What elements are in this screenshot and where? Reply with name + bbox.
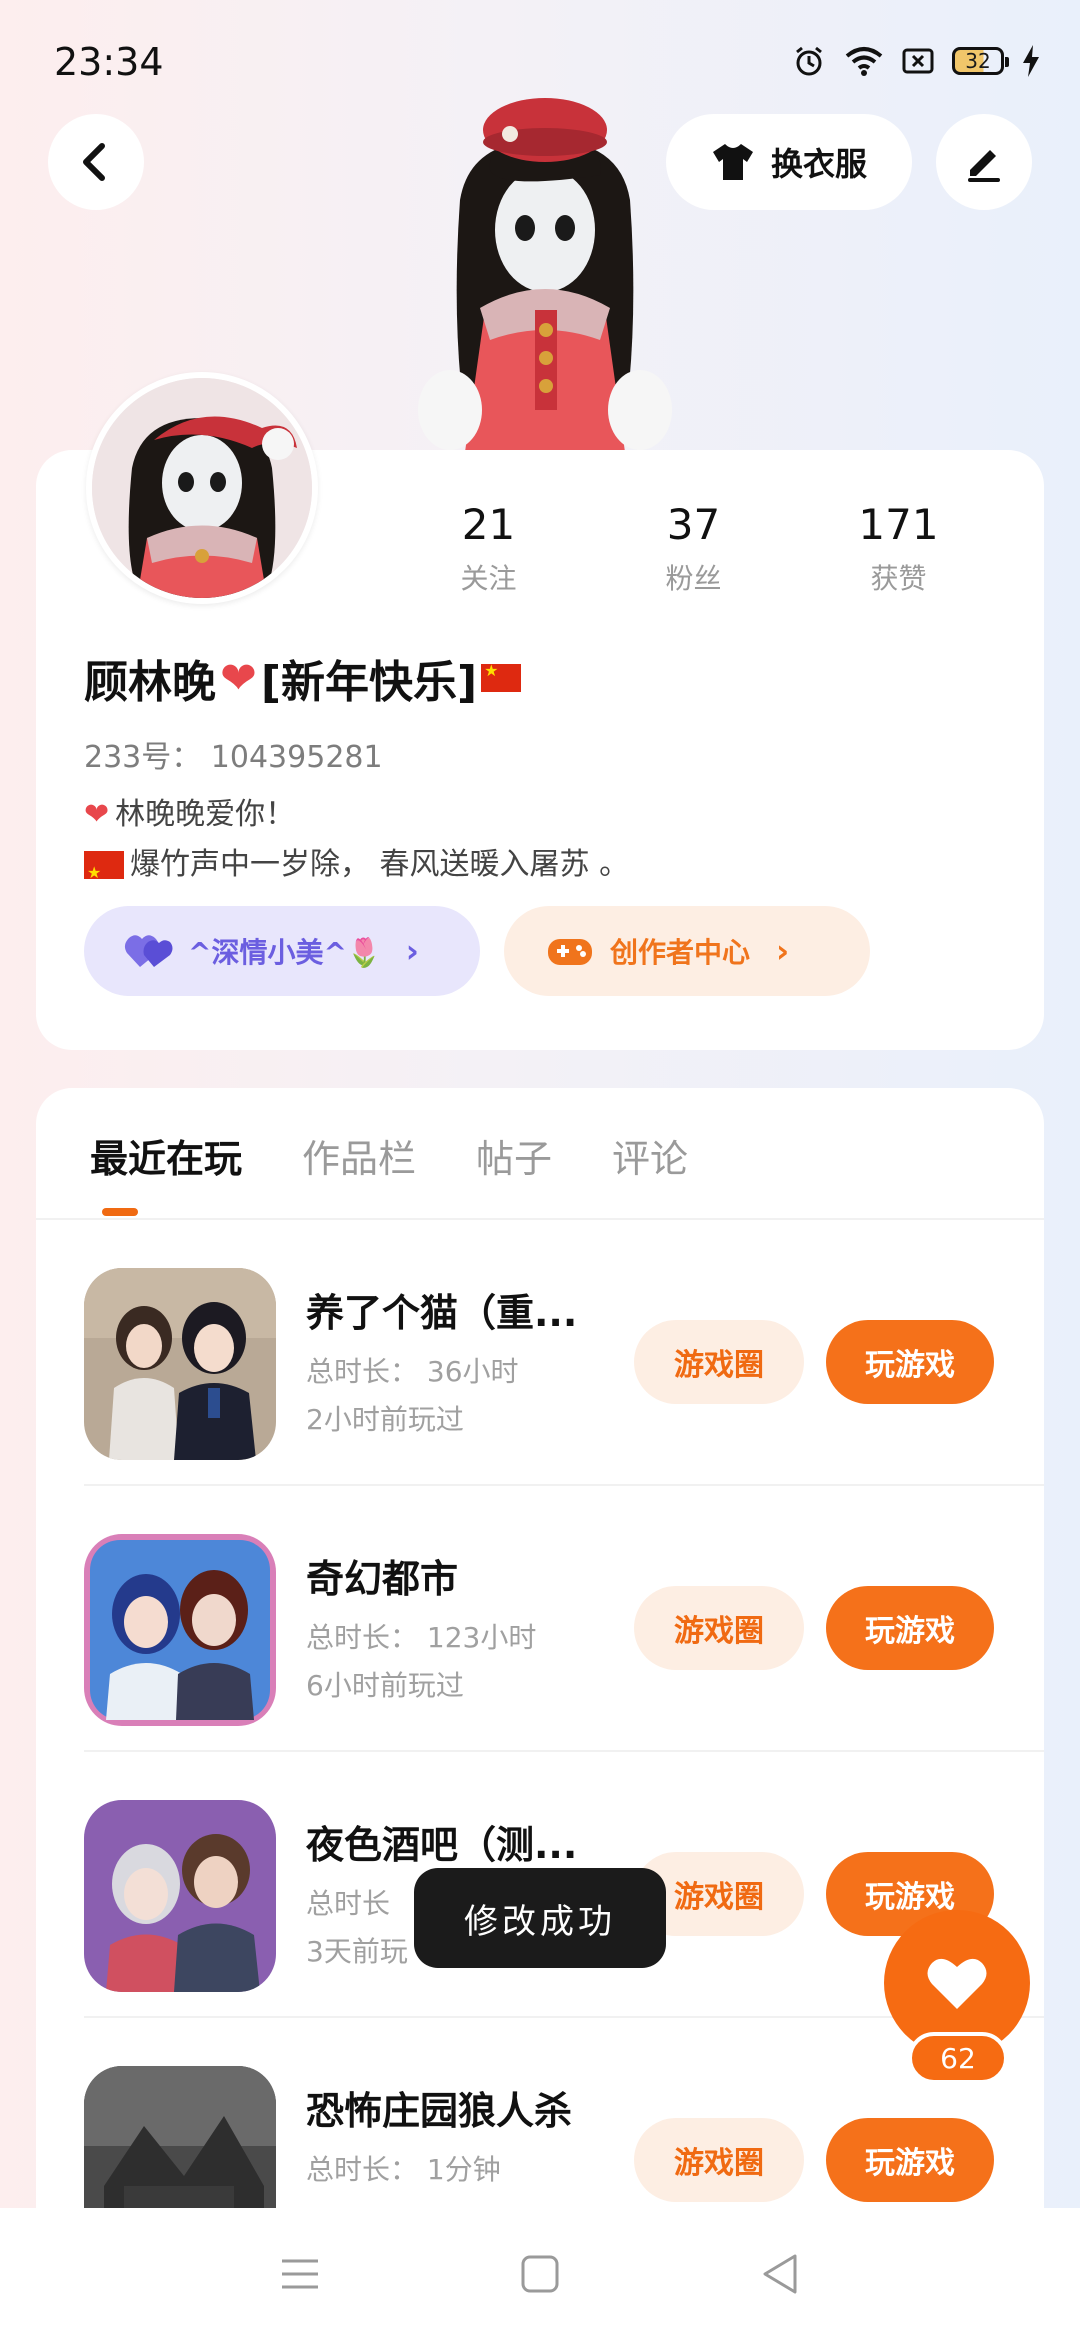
nickname: 顾林晚 ❤ [新年快乐] — [84, 646, 522, 710]
game-last-played: 2小时前玩过 — [306, 1403, 464, 1436]
like-count: 62 — [908, 2032, 1008, 2084]
stat-followers[interactable]: 37 粉丝 — [591, 500, 796, 597]
tabs: 最近在玩 作品栏 帖子 评论 — [90, 1128, 688, 1208]
game-title: 奇幻都市 — [306, 1557, 459, 1601]
bio-text: 林晚晚爱你！ — [115, 797, 296, 832]
game-row[interactable]: 养了个猫（重... 总时长： 36小时 2小时前玩过 游戏圈 玩游戏 — [84, 1220, 1044, 1486]
alarm-icon — [796, 46, 822, 76]
game-row[interactable]: 恐怖庄园狼人杀 总时长： 1分钟 游戏圈 玩游戏 — [84, 2018, 1044, 2228]
game-meta: 总时长 3天前玩 — [306, 1880, 408, 1976]
nickname-text: 顾林晚 — [84, 657, 216, 708]
sim-off-icon — [902, 48, 934, 74]
battery-indicator: 32 — [952, 47, 1009, 75]
stat-label: 获赞 — [870, 562, 927, 595]
change-outfit-button[interactable]: 换衣服 — [666, 114, 912, 210]
bio-line: 爆竹声中一岁除， 春风送暖入屠苏 。 — [84, 840, 630, 898]
charging-icon — [1023, 45, 1039, 77]
play-game-button[interactable]: 玩游戏 — [826, 1320, 994, 1404]
status-icons: 32 — [792, 44, 1040, 78]
tab-works[interactable]: 作品栏 — [302, 1128, 416, 1208]
game-meta: 总时长： 36小时 2小时前玩过 — [306, 1348, 519, 1444]
home-icon[interactable] — [520, 2254, 560, 2294]
game-circle-button[interactable]: 游戏圈 — [634, 2118, 804, 2202]
game-title: 养了个猫（重... — [306, 1291, 578, 1335]
play-game-button[interactable]: 玩游戏 — [826, 1586, 994, 1670]
game-last-played: 3天前玩 — [306, 1935, 408, 1968]
china-flag-icon — [84, 848, 124, 898]
back-triangle-icon[interactable] — [760, 2253, 800, 2295]
creator-center-pill[interactable]: 创作者中心 › — [504, 906, 870, 996]
game-last-played: 6小时前玩过 — [306, 1669, 464, 1702]
avatar[interactable] — [86, 372, 318, 604]
stat-number: 21 — [461, 500, 516, 549]
game-list-card: 最近在玩 作品栏 帖子 评论 养了个猫（重... 总时长： 36小时 2小时前玩… — [36, 1088, 1044, 2228]
profile-card: 21 关注 37 粉丝 171 获赞 顾林晚 ❤ [新年快乐] 233号： 10… — [36, 372, 1044, 1050]
heart-icon — [927, 1958, 987, 2009]
bio-text: 爆竹声中一岁除， 春风送暖入屠苏 。 — [130, 847, 630, 882]
stat-likes[interactable]: 171 获赞 — [796, 500, 1001, 597]
edit-button[interactable] — [936, 114, 1032, 210]
play-game-button[interactable]: 玩游戏 — [826, 2118, 994, 2202]
gamepad-icon — [548, 939, 592, 965]
chevron-right-icon: › — [776, 932, 790, 970]
stat-number: 171 — [858, 500, 939, 549]
status-time: 23:34 — [54, 40, 164, 84]
bio-line: ❤ 林晚晚爱你！ — [84, 790, 629, 840]
user-id: 233号： 104395281 — [84, 740, 383, 775]
game-meta: 总时长： 123小时 6小时前玩过 — [306, 1614, 536, 1710]
toast: 修改成功 — [414, 1868, 666, 1968]
stat-number: 37 — [666, 500, 721, 549]
game-thumbnail[interactable] — [84, 1268, 276, 1460]
purple-heart-icon — [124, 935, 173, 967]
tab-indicator — [102, 1208, 138, 1216]
game-thumbnail[interactable] — [84, 2066, 276, 2228]
menu-icon[interactable] — [280, 2257, 320, 2291]
relationship-pill[interactable]: ^深情小美^🌷 › — [84, 906, 480, 996]
game-title: 夜色酒吧（测... — [306, 1823, 578, 1867]
tab-posts[interactable]: 帖子 — [476, 1128, 552, 1208]
stat-label: 粉丝 — [665, 562, 722, 595]
chevron-right-icon: › — [405, 932, 419, 970]
shirt-icon — [712, 144, 753, 180]
relationship-label: ^深情小美^🌷 — [188, 936, 382, 969]
game-circle-button[interactable]: 游戏圈 — [634, 1320, 804, 1404]
china-flag-icon — [481, 661, 522, 692]
game-duration: 总时长： 1分钟 — [306, 2153, 501, 2186]
game-duration: 总时长 — [306, 1887, 391, 1920]
stat-following[interactable]: 21 关注 — [386, 500, 591, 597]
game-thumbnail[interactable] — [84, 1800, 276, 1992]
back-button[interactable] — [48, 114, 144, 210]
game-row[interactable]: 奇幻都市 总时长： 123小时 6小时前玩过 游戏圈 玩游戏 — [84, 1486, 1044, 1752]
game-circle-button[interactable]: 游戏圈 — [634, 1586, 804, 1670]
red-heart-icon: ❤ — [220, 652, 257, 704]
red-heart-icon: ❤ — [84, 797, 110, 832]
wifi-icon — [845, 47, 883, 76]
nickname-tag: [新年快乐] — [260, 657, 478, 708]
bio: ❤ 林晚晚爱你！ 爆竹声中一岁除， 春风送暖入屠苏 。 — [84, 790, 630, 898]
game-thumbnail[interactable] — [84, 1534, 276, 1726]
change-outfit-label: 换衣服 — [770, 145, 867, 183]
game-duration: 总时长： 123小时 — [306, 1621, 537, 1654]
game-duration: 总时长： 36小时 — [306, 1355, 519, 1388]
stats: 21 关注 37 粉丝 171 获赞 — [436, 500, 1016, 597]
pen-icon — [968, 150, 1000, 182]
game-title: 恐怖庄园狼人杀 — [306, 2089, 573, 2133]
system-nav-bar — [0, 2208, 1080, 2340]
game-meta: 总时长： 1分钟 — [306, 2146, 501, 2194]
back-icon — [83, 143, 105, 181]
avatar-figure[interactable] — [410, 80, 680, 452]
tab-comments[interactable]: 评论 — [612, 1128, 688, 1208]
stat-label: 关注 — [460, 562, 517, 595]
creator-center-label: 创作者中心 — [610, 936, 751, 969]
tab-recent[interactable]: 最近在玩 — [90, 1128, 242, 1208]
